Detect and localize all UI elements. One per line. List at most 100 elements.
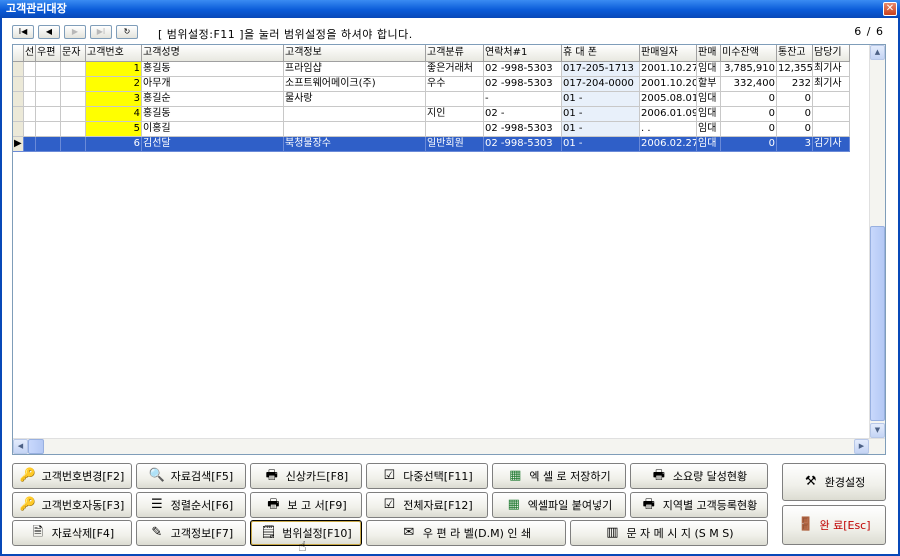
column-header-sale-type[interactable]: 판매	[697, 45, 721, 62]
customer-name-cell[interactable]: 아무개	[142, 77, 284, 92]
sms-button[interactable]: ▥ 문 자 메 시 지 (S M S)	[570, 520, 768, 546]
table-row[interactable]: 5 이홍길 02 -998-5303 01 - . . 임대 0 0	[13, 122, 850, 137]
next-record-button[interactable]: ▶	[64, 25, 86, 39]
category-cell[interactable]: 일반회원	[426, 137, 484, 152]
phone-cell[interactable]: 02 -998-5303	[484, 77, 562, 92]
balance-cell[interactable]: 3,785,910	[721, 62, 777, 77]
sale-type-cell[interactable]: 임대	[697, 122, 721, 137]
column-header-zip[interactable]: 우편	[36, 45, 61, 62]
zip-cell[interactable]	[36, 137, 61, 152]
sms-cell[interactable]	[61, 77, 86, 92]
customer-name-cell[interactable]: 홍길순	[142, 92, 284, 107]
column-header-customer-info[interactable]: 고객정보	[284, 45, 426, 62]
sale-date-cell[interactable]: 2005.08.01	[640, 92, 697, 107]
balance-cell[interactable]: 0	[721, 137, 777, 152]
customer-grid[interactable]: 선택 우편 문자 고객번호 고객성명 고객정보 고객분류 연락처#1 휴 대 폰…	[12, 44, 886, 455]
category-cell[interactable]	[426, 122, 484, 137]
customer-name-cell[interactable]: 김선달	[142, 137, 284, 152]
sms-cell[interactable]	[61, 137, 86, 152]
column-header-sms[interactable]: 문자	[61, 45, 86, 62]
customer-info-cell[interactable]: 소프트웨어메이크(주)	[284, 77, 426, 92]
table-row[interactable]: ▶ 6 김선달 북청물장수 일반회원 02 -998-5303 01 -2006.02.27…	[13, 137, 850, 152]
count-cell[interactable]: 0	[777, 122, 813, 137]
all-records-button[interactable]: ☑ 전체자료[F12]	[366, 492, 488, 518]
first-record-button[interactable]: I◀	[12, 25, 34, 39]
done-button[interactable]: 🚪 완 료[Esc]	[782, 505, 886, 545]
category-cell[interactable]: 지인	[426, 107, 484, 122]
table-row[interactable]: 4 홍길동 지인 02 -01 -2006.01.09 임대 0 0	[13, 107, 850, 122]
balance-cell[interactable]: 332,400	[721, 77, 777, 92]
select-cell[interactable]	[24, 137, 36, 152]
table-row[interactable]: 3 홍길순 물사랑 -01 -2005.08.01 임대 0 0	[13, 92, 850, 107]
sale-type-cell[interactable]: 할부	[697, 77, 721, 92]
scroll-left-icon[interactable]: ◀	[13, 439, 28, 454]
zip-cell[interactable]	[36, 62, 61, 77]
customer-name-cell[interactable]: 이홍길	[142, 122, 284, 137]
phone-cell[interactable]: 02 -998-5303	[484, 122, 562, 137]
last-record-button[interactable]: ▶I	[90, 25, 112, 39]
category-cell[interactable]: 좋은거래처	[426, 62, 484, 77]
column-header-customer-name[interactable]: 고객성명	[142, 45, 284, 62]
customer-no-cell[interactable]: 1	[86, 62, 142, 77]
column-header-count[interactable]: 통잔고	[777, 45, 813, 62]
manager-cell[interactable]: 최기사	[813, 62, 850, 77]
sale-date-cell[interactable]: 2001.10.27	[640, 62, 697, 77]
column-header-sale-date[interactable]: 판매일자	[640, 45, 697, 62]
auto-customer-no-button[interactable]: 🔑 고객번호자동[F3]	[12, 492, 132, 518]
column-header-select[interactable]: 선택	[24, 45, 36, 62]
row-indicator[interactable]	[13, 62, 24, 77]
customer-info-cell[interactable]	[284, 107, 426, 122]
row-indicator[interactable]	[13, 92, 24, 107]
column-header-manager[interactable]: 담당기	[813, 45, 850, 62]
zip-cell[interactable]	[36, 107, 61, 122]
customer-no-cell[interactable]: 4	[86, 107, 142, 122]
sale-type-cell[interactable]: 임대	[697, 107, 721, 122]
sms-cell[interactable]	[61, 62, 86, 77]
sms-cell[interactable]	[61, 122, 86, 137]
sms-cell[interactable]	[61, 107, 86, 122]
mobile-cell[interactable]: 017-205-1713	[562, 62, 640, 77]
row-indicator[interactable]: ▶	[13, 137, 24, 152]
count-cell[interactable]: 3	[777, 137, 813, 152]
manager-cell[interactable]	[813, 122, 850, 137]
category-cell[interactable]	[426, 92, 484, 107]
excel-paste-button[interactable]: ▦ 엑셀파일 붙여넣기	[492, 492, 626, 518]
sms-cell[interactable]	[61, 92, 86, 107]
balance-cell[interactable]: 0	[721, 122, 777, 137]
prev-record-button[interactable]: ◀	[38, 25, 60, 39]
delete-record-button[interactable]: 🗎 자료삭제[F4]	[12, 520, 132, 546]
customer-no-cell[interactable]: 5	[86, 122, 142, 137]
customer-no-cell[interactable]: 2	[86, 77, 142, 92]
sale-date-cell[interactable]: 2006.01.09	[640, 107, 697, 122]
phone-cell[interactable]: 02 -998-5303	[484, 137, 562, 152]
profile-card-button[interactable]: 🖶 신상카드[F8]	[250, 463, 362, 489]
table-row[interactable]: 2 아무개 소프트웨어메이크(주) 우수 02 -998-5303 017-204-000…	[13, 77, 850, 92]
close-icon[interactable]: ✕	[883, 2, 897, 16]
customer-info-button[interactable]: ✎ 고객정보[F7]	[136, 520, 246, 546]
mobile-cell[interactable]: 01 -	[562, 122, 640, 137]
consumption-status-button[interactable]: 🖶 소요량 달성현황	[630, 463, 768, 489]
customer-info-cell[interactable]	[284, 122, 426, 137]
customer-name-cell[interactable]: 홍길동	[142, 107, 284, 122]
vertical-scrollbar[interactable]: ▲ ▼	[869, 45, 885, 439]
mobile-cell[interactable]: 01 -	[562, 137, 640, 152]
count-cell[interactable]: 232	[777, 77, 813, 92]
manager-cell[interactable]	[813, 107, 850, 122]
region-status-button[interactable]: 🖶 지역별 고객등록현황	[630, 492, 768, 518]
sale-date-cell[interactable]: . .	[640, 122, 697, 137]
phone-cell[interactable]: 02 -	[484, 107, 562, 122]
zip-cell[interactable]	[36, 92, 61, 107]
sort-order-button[interactable]: ☰ 정렬순서[F6]	[136, 492, 246, 518]
zip-cell[interactable]	[36, 77, 61, 92]
select-cell[interactable]	[24, 122, 36, 137]
customer-info-cell[interactable]: 물사랑	[284, 92, 426, 107]
manager-cell[interactable]: 최기사	[813, 77, 850, 92]
zip-cell[interactable]	[36, 122, 61, 137]
manager-cell[interactable]	[813, 92, 850, 107]
column-header-mobile[interactable]: 휴 대 폰	[562, 45, 640, 62]
customer-info-cell[interactable]: 프라임샵	[284, 62, 426, 77]
customer-no-cell[interactable]: 3	[86, 92, 142, 107]
sale-date-cell[interactable]: 2001.10.20	[640, 77, 697, 92]
balance-cell[interactable]: 0	[721, 92, 777, 107]
scroll-thumb[interactable]	[870, 226, 885, 421]
